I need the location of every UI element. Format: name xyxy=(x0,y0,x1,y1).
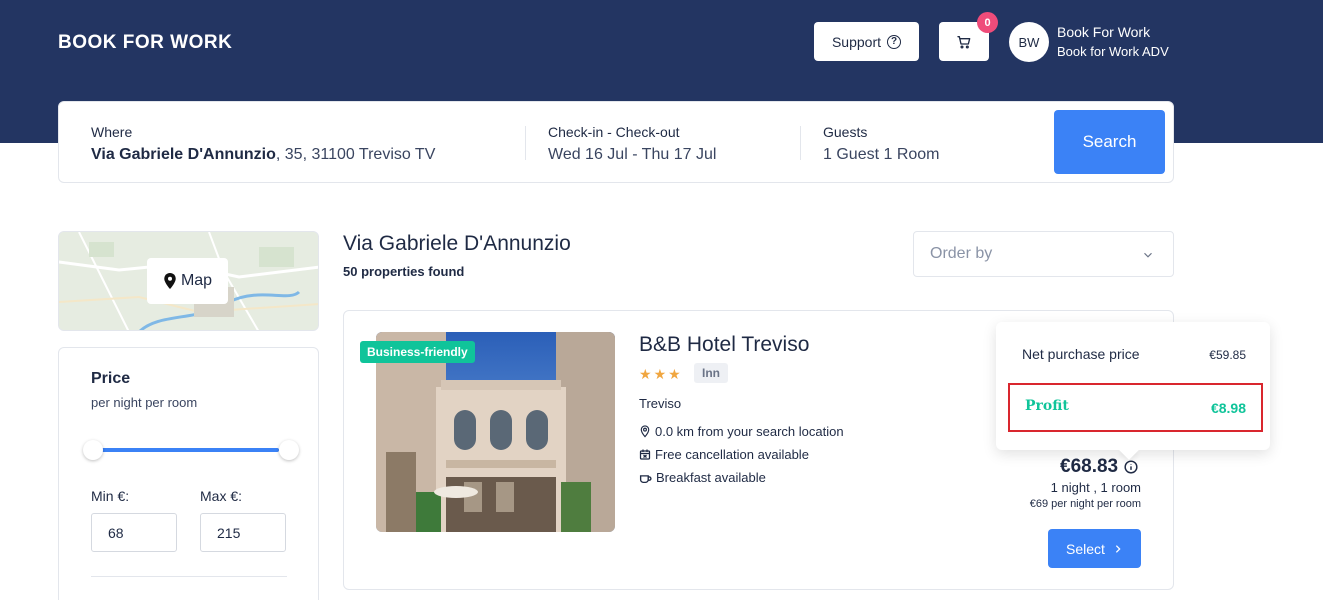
divider xyxy=(525,126,526,160)
hotel-name[interactable]: B&B Hotel Treviso xyxy=(639,333,809,357)
divider xyxy=(91,576,287,577)
search-button[interactable]: Search xyxy=(1054,110,1165,174)
profit-highlight: Profit €8.98 xyxy=(1008,383,1263,432)
profit-value: €8.98 xyxy=(1210,400,1246,416)
results-title: Via Gabriele D'Annunzio xyxy=(343,232,571,255)
chevron-down-icon xyxy=(1144,252,1152,258)
cart-count-badge: 0 xyxy=(977,12,998,33)
location-pin-icon xyxy=(640,425,650,438)
where-label: Where xyxy=(91,124,133,140)
distance-text: 0.0 km from your search location xyxy=(655,424,844,439)
cart-icon xyxy=(957,35,971,49)
star-icon: ★ xyxy=(639,366,652,382)
divider xyxy=(800,126,801,160)
hotel-city: Treviso xyxy=(639,396,682,411)
map-label: Map xyxy=(180,272,213,289)
star-icon: ★ xyxy=(668,366,681,382)
map-button[interactable]: Map xyxy=(147,258,228,304)
chevron-right-icon xyxy=(1115,544,1121,553)
price-slider-min-handle[interactable] xyxy=(83,440,103,460)
info-icon[interactable] xyxy=(1124,460,1138,474)
where-street: Via Gabriele D'Annunzio xyxy=(91,146,276,163)
net-price-value: €59.85 xyxy=(1209,348,1246,362)
order-by-select[interactable]: Order by xyxy=(913,231,1174,277)
results-count: 50 properties found xyxy=(343,264,465,279)
logo[interactable]: BOOK FOR WORK xyxy=(58,32,232,54)
price-title: Price xyxy=(91,370,131,387)
price-value: €68.83 xyxy=(1060,456,1119,477)
coffee-cup-icon xyxy=(639,475,652,484)
dates-label: Check-in - Check-out xyxy=(548,124,680,140)
guests-field[interactable]: 1 Guest 1 Room xyxy=(823,146,940,164)
cancellation-text: Free cancellation available xyxy=(655,447,809,462)
breakfast-text: Breakfast available xyxy=(656,470,766,485)
cancellation-feature: Free cancellation available xyxy=(639,447,809,462)
max-price-label: Max €: xyxy=(200,488,243,504)
price-per-night: €69 per night per room xyxy=(1029,498,1141,510)
star-icon: ★ xyxy=(653,366,667,382)
stay-summary: 1 night , 1 room xyxy=(1050,480,1141,495)
net-price-label: Net purchase price xyxy=(1022,346,1140,362)
help-icon: ? xyxy=(887,34,902,49)
min-price-label: Min €: xyxy=(91,488,130,504)
breakfast-feature: Breakfast available xyxy=(639,470,766,485)
select-label: Select xyxy=(1066,540,1105,557)
guests-label: Guests xyxy=(823,124,868,140)
support-button[interactable]: Support ? xyxy=(814,22,919,61)
calendar-cancel-icon xyxy=(639,449,651,460)
dates-field[interactable]: Wed 16 Jul - Thu 17 Jul xyxy=(548,146,716,164)
star-rating: ★ ★ ★ xyxy=(639,366,681,383)
price-filter: Price per night per room Min €: Max €: 6… xyxy=(58,347,319,600)
price-slider-track[interactable] xyxy=(101,448,279,452)
min-price-input[interactable]: 68 xyxy=(91,513,177,552)
map-pin-icon xyxy=(164,273,176,289)
distance-feature: 0.0 km from your search location xyxy=(639,424,844,439)
business-friendly-badge: Business-friendly xyxy=(360,341,475,363)
order-by-placeholder: Order by xyxy=(930,245,993,262)
price-breakdown-popover: Net purchase price €59.85 Profit €8.98 xyxy=(996,322,1270,450)
price-subtitle: per night per room xyxy=(91,395,198,410)
avatar[interactable]: BW xyxy=(1009,22,1049,62)
where-rest: , 35, 31100 Treviso TV xyxy=(275,146,436,163)
select-button[interactable]: Select xyxy=(1048,529,1141,568)
support-label: Support xyxy=(831,33,882,50)
user-name: Book For Work xyxy=(1057,24,1151,40)
where-field[interactable]: Via Gabriele D'Annunzio, 35, 31100 Trevi… xyxy=(91,146,435,164)
price-slider-max-handle[interactable] xyxy=(279,440,299,460)
category-badge: Inn xyxy=(694,363,728,383)
max-price-input[interactable]: 215 xyxy=(200,513,286,552)
search-bar: Where Via Gabriele D'Annunzio, 35, 31100… xyxy=(58,101,1174,183)
price-total: €68.83 xyxy=(1060,456,1138,478)
profit-label: Profit xyxy=(1025,398,1069,414)
user-company: Book for Work ADV xyxy=(1057,44,1169,59)
